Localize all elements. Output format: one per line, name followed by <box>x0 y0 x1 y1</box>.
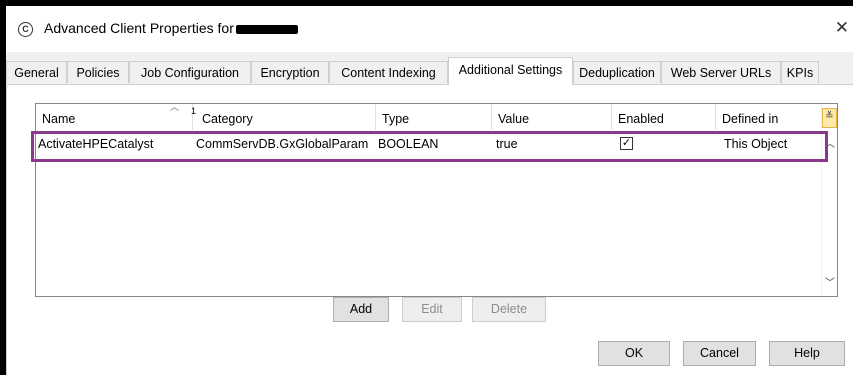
settings-table: Name ︿ 1 Category Type Value Enabled Def… <box>35 102 838 297</box>
cell-defined-in: This Object <box>724 137 788 151</box>
redacted-client-name <box>235 24 298 34</box>
tab-content-indexing[interactable]: Content Indexing <box>329 61 448 83</box>
close-icon[interactable]: ✕ <box>835 18 849 38</box>
tab-deduplication[interactable]: Deduplication <box>573 61 661 83</box>
title-bar: C Advanced Client Properties for ✕ <box>6 6 853 52</box>
tab-additional-settings[interactable]: Additional Settings <box>448 57 573 85</box>
edit-button[interactable]: Edit <box>402 297 462 322</box>
add-button[interactable]: Add <box>333 297 389 322</box>
column-header-name-label: Name <box>42 112 76 126</box>
column-header-value[interactable]: Value <box>492 104 612 130</box>
table-row[interactable]: ActivateHPECatalyst CommServDB.GxGlobalP… <box>36 132 824 156</box>
tab-general[interactable]: General <box>6 61 67 83</box>
help-button[interactable]: Help <box>769 341 845 366</box>
column-chooser-icon[interactable]: ≚ <box>822 108 837 128</box>
tab-job-configuration[interactable]: Job Configuration <box>129 61 251 83</box>
column-header-defined-in[interactable]: Defined in <box>716 104 824 130</box>
cancel-button[interactable]: Cancel <box>683 341 756 366</box>
cell-value: true <box>496 137 518 151</box>
tab-policies[interactable]: Policies <box>67 61 129 83</box>
column-header-category[interactable]: Category <box>196 104 376 130</box>
ok-button[interactable]: OK <box>598 341 670 366</box>
scroll-up-arrow-icon[interactable]: ︿ <box>825 135 835 150</box>
cell-type: BOOLEAN <box>378 137 439 151</box>
column-header-type[interactable]: Type <box>376 104 492 130</box>
scroll-down-arrow-icon[interactable]: ﹀ <box>825 274 835 289</box>
sort-ascending-icon: ︿ <box>170 102 180 112</box>
cell-name: ActivateHPECatalyst <box>38 137 154 151</box>
advanced-client-properties-dialog: C Advanced Client Properties for ✕ Gener… <box>6 6 853 375</box>
tab-encryption[interactable]: Encryption <box>251 61 329 83</box>
vertical-scrollbar[interactable]: ≚ ︿ ﹀ <box>821 104 837 296</box>
delete-button[interactable]: Delete <box>472 297 546 322</box>
commvault-logo-icon: C <box>18 22 33 37</box>
cell-category: CommServDB.GxGlobalParam <box>196 137 369 151</box>
table-header: Name ︿ 1 Category Type Value Enabled Def… <box>36 102 824 130</box>
window-title-text: Advanced Client Properties for <box>44 20 234 36</box>
window-title: Advanced Client Properties for <box>44 20 298 36</box>
tab-kpis[interactable]: KPIs <box>781 61 819 83</box>
enabled-checkbox[interactable]: ✓ <box>620 137 633 150</box>
tab-web-server-urls[interactable]: Web Server URLs <box>661 61 781 83</box>
column-header-enabled[interactable]: Enabled <box>612 104 716 130</box>
